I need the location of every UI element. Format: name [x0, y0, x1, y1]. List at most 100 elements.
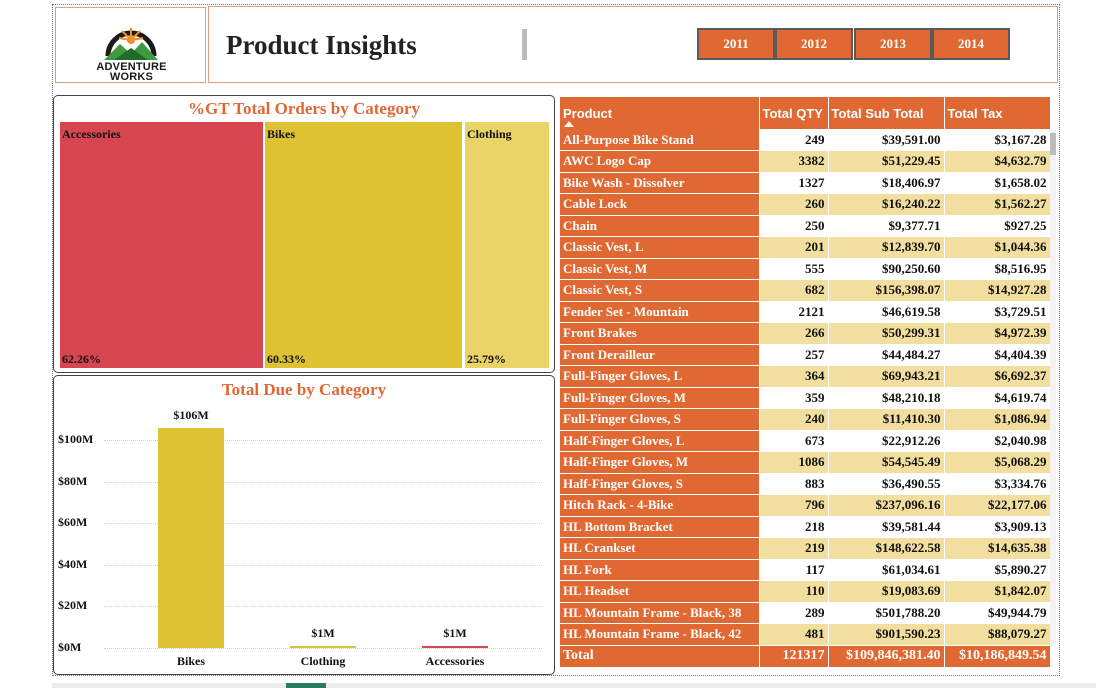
product-cell: HL Crankset: [560, 537, 760, 560]
table-row[interactable]: Front Brakes 266 $50,299.31 $4,972.39: [560, 322, 1051, 345]
product-cell: Classic Vest, M: [560, 258, 760, 280]
column-header-label: Product: [563, 105, 613, 121]
page-title: Product Insights: [226, 30, 417, 60]
bar-value-label: $1M: [443, 625, 467, 640]
column-header-total-tax[interactable]: Total Tax: [944, 97, 1051, 129]
tax-cell: $3,729.51: [944, 301, 1051, 323]
table-row[interactable]: Half-Finger Gloves, S 883 $36,490.55 $3,334…: [560, 473, 1051, 495]
table-row[interactable]: Hitch Rack - 4-Bike 796 $237,096.16 $22,177…: [560, 494, 1051, 517]
product-cell: HL Fork: [560, 559, 760, 581]
qty-cell: 201: [759, 236, 829, 259]
y-tick-label: $80M: [58, 473, 88, 488]
treemap-cell-accessories[interactable]: Accessories 62.26%: [60, 122, 263, 368]
table-row[interactable]: Bike Wash - Dissolver 1327 $18,406.97 $1,65…: [560, 172, 1051, 194]
sub-total-cell: $16,240.22: [828, 193, 945, 216]
tax-cell: $3,334.76: [944, 473, 1051, 495]
table-row[interactable]: HL Crankset 219 $148,622.58 $14,635.38: [560, 537, 1051, 560]
column-header-total-qty[interactable]: Total QTY: [759, 97, 829, 129]
qty-cell: 555: [759, 258, 829, 280]
tax-cell: $1,044.36: [944, 236, 1051, 259]
table-row[interactable]: HL Headset 110 $19,083.69 $1,842.07: [560, 580, 1051, 603]
year-button-2011[interactable]: 2011: [697, 28, 775, 60]
sub-total-cell: $46,619.58: [828, 301, 945, 323]
tax-cell: $14,927.28: [944, 279, 1051, 302]
x-tick-label: Accessories: [425, 654, 485, 668]
bar-clothing[interactable]: [290, 645, 356, 648]
sub-total-cell: $18,406.97: [828, 172, 945, 194]
table-row[interactable]: Full-Finger Gloves, S 240 $11,410.30 $1,086…: [560, 408, 1051, 431]
table-row[interactable]: Classic Vest, M 555 $90,250.60 $8,516.95: [560, 258, 1051, 280]
sub-total-cell: $11,410.30: [828, 408, 945, 431]
tax-cell: $3,909.13: [944, 516, 1051, 538]
qty-cell: 266: [759, 322, 829, 345]
tax-cell: $1,658.02: [944, 172, 1051, 194]
tax-cell: $2,040.98: [944, 430, 1051, 452]
table-row[interactable]: Full-Finger Gloves, L 364 $69,943.21 $6,692…: [560, 365, 1051, 388]
column-header-total-sub-total[interactable]: Total Sub Total: [828, 97, 945, 129]
treemap-cell-bikes[interactable]: Bikes 60.33%: [265, 122, 462, 368]
table-row[interactable]: Classic Vest, S 682 $156,398.07 $14,927.28: [560, 279, 1051, 302]
y-tick-label: $100M: [58, 432, 94, 446]
table-row[interactable]: HL Fork 117 $61,034.61 $5,890.27: [560, 559, 1051, 581]
table-row[interactable]: AWC Logo Cap 3382 $51,229.45 $4,632.79: [560, 150, 1051, 173]
product-cell: HL Mountain Frame - Black, 38: [560, 602, 760, 624]
logo: ADVENTURE WORKS: [55, 7, 206, 83]
table-total-row: Total 121317 $109,846,381.40 $10,186,849…: [560, 645, 1051, 668]
table-row[interactable]: Half-Finger Gloves, L 673 $22,912.26 $2,040…: [560, 430, 1051, 452]
column-header-product[interactable]: Product: [560, 97, 760, 129]
total-tax: $10,186,849.54: [944, 645, 1051, 668]
qty-cell: 364: [759, 365, 829, 388]
year-button-2014[interactable]: 2014: [932, 28, 1010, 60]
product-cell: AWC Logo Cap: [560, 150, 760, 173]
table-row[interactable]: Cable Lock 260 $16,240.22 $1,562.27: [560, 193, 1051, 216]
bar-bikes[interactable]: [158, 427, 224, 648]
year-button-2012[interactable]: 2012: [775, 28, 853, 60]
table-row[interactable]: Front Derailleur 257 $44,484.27 $4,404.39: [560, 344, 1051, 366]
qty-cell: 673: [759, 430, 829, 452]
table-row[interactable]: Full-Finger Gloves, M 359 $48,210.18 $4,619…: [560, 387, 1051, 409]
year-button-2013[interactable]: 2013: [854, 28, 932, 60]
product-cell: Cable Lock: [560, 193, 760, 216]
title-divider: [522, 29, 527, 60]
tax-cell: $927.25: [944, 215, 1051, 237]
qty-cell: 1327: [759, 172, 829, 194]
sub-total-cell: $9,377.71: [828, 215, 945, 237]
qty-cell: 219: [759, 537, 829, 560]
sub-total-cell: $54,545.49: [828, 451, 945, 474]
table-row[interactable]: Half-Finger Gloves, M 1086 $54,545.49 $5,06…: [560, 451, 1051, 474]
tax-cell: $4,404.39: [944, 344, 1051, 366]
qty-cell: 240: [759, 408, 829, 431]
active-page-tab[interactable]: [286, 683, 326, 688]
table-scrollbar[interactable]: [1050, 129, 1056, 646]
tax-cell: $1,562.27: [944, 193, 1051, 216]
product-cell: Fender Set - Mountain: [560, 301, 760, 323]
table-scroll-thumb[interactable]: [1050, 133, 1056, 155]
qty-cell: 260: [759, 193, 829, 216]
sub-total-cell: $19,083.69: [828, 580, 945, 603]
table-row[interactable]: HL Mountain Frame - Black, 38 289 $501,788…: [560, 602, 1051, 624]
table-row[interactable]: Classic Vest, L 201 $12,839.70 $1,044.36: [560, 236, 1051, 259]
table-row[interactable]: HL Mountain Frame - Black, 42 481 $901,590…: [560, 623, 1051, 646]
product-cell: Full-Finger Gloves, M: [560, 387, 760, 409]
qty-cell: 682: [759, 279, 829, 302]
bar-accessories[interactable]: [422, 645, 488, 648]
tax-cell: $3,167.28: [944, 129, 1051, 151]
tax-cell: $14,635.38: [944, 537, 1051, 560]
qty-cell: 796: [759, 494, 829, 517]
bar-value-label: $106M: [173, 407, 209, 422]
qty-cell: 3382: [759, 150, 829, 173]
table-row[interactable]: Chain 250 $9,377.71 $927.25: [560, 215, 1051, 237]
table-row[interactable]: Fender Set - Mountain 2121 $46,619.58 $3,72…: [560, 301, 1051, 323]
sub-total-cell: $36,490.55: [828, 473, 945, 495]
qty-cell: 359: [759, 387, 829, 409]
product-cell: Classic Vest, L: [560, 236, 760, 259]
sub-total-cell: $39,581.44: [828, 516, 945, 538]
treemap-cell-clothing[interactable]: Clothing 25.79%: [465, 122, 549, 368]
qty-cell: 117: [759, 559, 829, 581]
sub-total-cell: $22,912.26: [828, 430, 945, 452]
table-row[interactable]: HL Bottom Bracket 218 $39,581.44 $3,909.13: [560, 516, 1051, 538]
table-row[interactable]: All-Purpose Bike Stand 249 $39,591.00 $3,16…: [560, 129, 1051, 151]
tax-cell: $5,068.29: [944, 451, 1051, 474]
tax-cell: $1,842.07: [944, 580, 1051, 603]
sub-total-cell: $48,210.18: [828, 387, 945, 409]
